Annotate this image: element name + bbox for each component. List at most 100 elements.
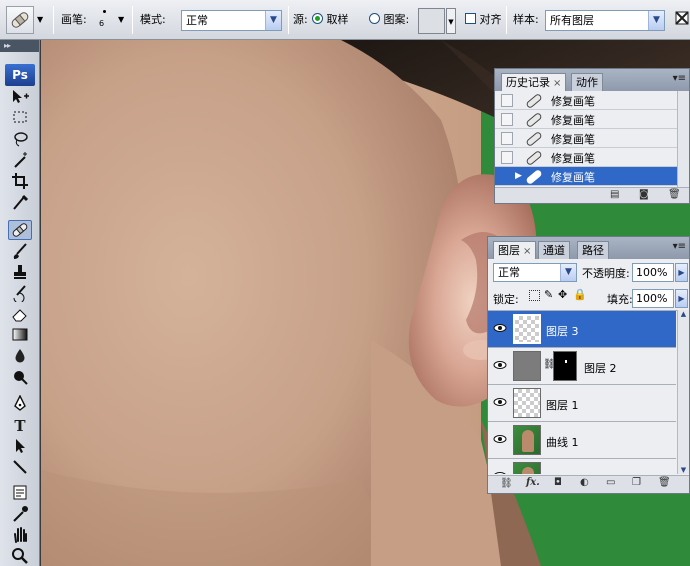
layer-style-button[interactable]: fx. — [526, 477, 540, 488]
history-item[interactable]: 修复画笔 — [495, 91, 683, 110]
lasso-tool[interactable] — [8, 130, 32, 150]
crop-tool[interactable] — [8, 172, 32, 192]
tab-channels[interactable]: 通道 — [538, 241, 570, 259]
panel-menu-icon[interactable]: ▾≡ — [673, 73, 686, 84]
history-brush-tool[interactable] — [8, 284, 32, 304]
layer-row[interactable]: 原图 — [488, 459, 676, 474]
marquee-tool[interactable] — [8, 109, 32, 129]
aligned-checkbox[interactable]: 对齐 — [465, 10, 502, 30]
move-icon — [13, 90, 29, 103]
new-group-icon[interactable]: ▭ — [606, 477, 615, 488]
eye-icon[interactable] — [492, 359, 508, 371]
healing-brush-tool[interactable] — [8, 220, 32, 240]
layers-scrollbar[interactable]: ▲ ▼ — [677, 310, 689, 474]
trash-icon[interactable]: 🗑 — [668, 189, 681, 200]
move-tool[interactable] — [8, 88, 32, 108]
trash-icon[interactable]: 🗑 — [658, 477, 671, 488]
layer-row-selected[interactable]: 图层 3 — [488, 311, 676, 348]
fill-input[interactable]: 100% — [632, 289, 674, 308]
blend-mode-select[interactable]: 正常 ▼ — [493, 263, 577, 282]
pattern-swatch[interactable] — [418, 8, 445, 34]
zoom-tool[interactable] — [8, 547, 32, 566]
sampled-radio[interactable]: 取样 — [312, 10, 349, 30]
history-item[interactable]: 修复画笔 — [495, 148, 683, 167]
layer-row[interactable]: ⛓ 图层 2 — [488, 348, 676, 385]
eye-icon[interactable] — [492, 470, 508, 474]
snapshot-camera-icon[interactable]: ◙ — [639, 189, 649, 200]
fill-slider-button[interactable]: ▶ — [675, 289, 688, 308]
line-icon — [13, 460, 27, 474]
eyedropper-tool[interactable] — [8, 193, 32, 213]
pattern-radio[interactable]: 图案: — [369, 10, 409, 30]
adjustment-layer-icon[interactable]: ◐ — [580, 477, 589, 488]
layer-mask-thumbnail[interactable] — [553, 351, 577, 381]
mode-value: 正常 — [186, 14, 208, 27]
eyedropper-2-tool[interactable] — [8, 505, 32, 525]
close-icon[interactable]: × — [523, 246, 531, 257]
separator — [288, 6, 289, 34]
hand-tool[interactable] — [8, 526, 32, 546]
tab-paths-label: 路径 — [582, 244, 604, 257]
separator — [506, 6, 507, 34]
blur-tool[interactable] — [8, 347, 32, 367]
new-document-from-state-icon[interactable]: ▤ — [610, 189, 619, 200]
eye-icon[interactable] — [492, 433, 508, 445]
history-scrollbar[interactable] — [677, 91, 689, 187]
clone-stamp-tool[interactable] — [8, 263, 32, 283]
path-selection-tool[interactable] — [8, 437, 32, 457]
eye-icon[interactable] — [492, 396, 508, 408]
sample-select[interactable]: 所有图层 ▼ — [545, 10, 665, 31]
lock-position-icon[interactable]: ✥ — [558, 288, 567, 301]
layer-row[interactable]: 图层 1 — [488, 385, 676, 422]
tool-preset-picker[interactable] — [6, 6, 34, 34]
new-layer-icon[interactable]: ❐ — [632, 477, 641, 488]
history-item[interactable]: 修复画笔 — [495, 129, 683, 148]
fill-value: 100% — [636, 292, 668, 305]
tab-layers[interactable]: 图层 × — [493, 241, 537, 259]
lock-transparent-icon[interactable] — [529, 290, 540, 301]
eye-icon[interactable] — [492, 322, 508, 334]
history-item-selected[interactable]: ▶ 修复画笔 — [495, 167, 683, 186]
brush-picker[interactable]: 6 — [96, 5, 114, 35]
opacity-value: 100% — [636, 266, 668, 279]
opacity-input[interactable]: 100% — [632, 263, 674, 282]
opacity-slider-button[interactable]: ▶ — [675, 263, 688, 282]
aligned-label: 对齐 — [479, 13, 502, 26]
snapshot-box[interactable] — [501, 151, 513, 164]
tool-preset-arrow[interactable]: ▼ — [37, 10, 43, 30]
pattern-picker-arrow[interactable]: ▼ — [446, 8, 456, 34]
toolbox-grip[interactable]: ▸▸ — [0, 40, 39, 52]
gradient-tool[interactable] — [8, 326, 32, 346]
scroll-down-icon[interactable]: ▼ — [678, 466, 689, 474]
snapshot-box[interactable] — [501, 94, 513, 107]
tab-paths[interactable]: 路径 — [577, 241, 609, 259]
snapshot-box[interactable] — [501, 113, 513, 126]
notes-tool[interactable] — [8, 484, 32, 504]
tab-actions[interactable]: 动作 — [571, 73, 603, 91]
snapshot-box[interactable] — [501, 132, 513, 145]
history-item[interactable]: 修复画笔 — [495, 110, 683, 129]
line-tool[interactable] — [8, 458, 32, 478]
pattern-label: 图案: — [383, 13, 410, 26]
lock-all-icon[interactable]: 🔒 — [573, 288, 587, 301]
bandage-icon — [526, 170, 542, 184]
dodge-tool[interactable] — [8, 368, 32, 388]
close-icon[interactable]: × — [553, 78, 561, 89]
mode-select[interactable]: 正常 ▼ — [181, 10, 282, 31]
eraser-tool[interactable] — [8, 305, 32, 325]
panel-menu-icon[interactable]: ▾≡ — [673, 241, 686, 252]
scroll-up-icon[interactable]: ▲ — [678, 310, 689, 318]
brush-tool[interactable] — [8, 242, 32, 262]
link-layers-icon[interactable]: ⛓ — [500, 478, 513, 489]
radio-icon — [312, 13, 323, 24]
marquee-icon — [13, 111, 27, 123]
pen-tool[interactable] — [8, 394, 32, 415]
type-tool[interactable]: T — [8, 416, 32, 436]
layer-row[interactable]: 曲线 1 — [488, 422, 676, 459]
lock-pixels-icon[interactable]: ✎ — [544, 288, 553, 301]
add-mask-icon[interactable]: ◘ — [554, 477, 562, 488]
brush-picker-arrow[interactable]: ▼ — [118, 10, 124, 30]
magic-wand-tool[interactable] — [8, 151, 32, 171]
tab-history[interactable]: 历史记录 × — [501, 73, 567, 91]
ignore-adjustment-layers-button[interactable] — [674, 9, 690, 29]
